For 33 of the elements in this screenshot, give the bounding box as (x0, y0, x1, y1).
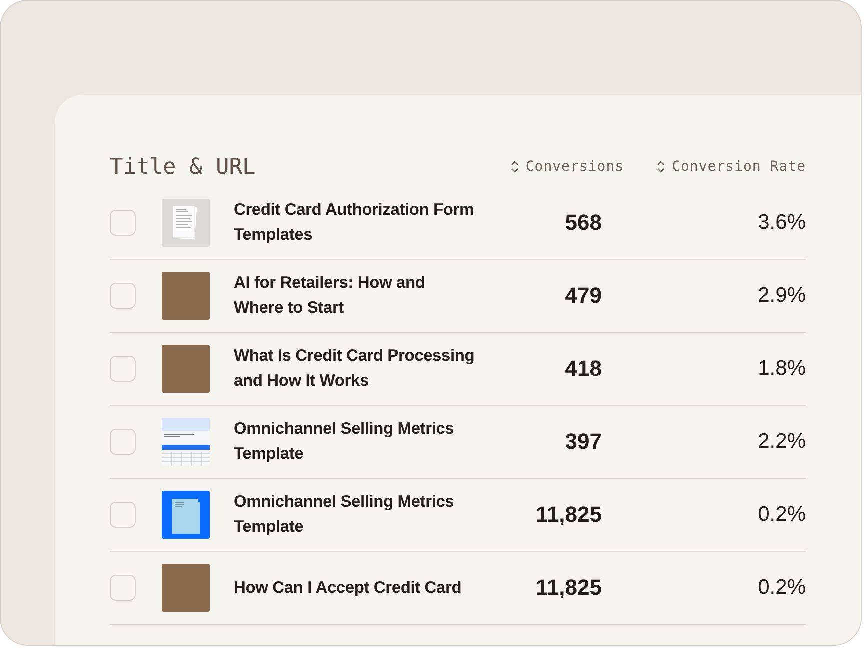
conversion-rate-value: 3.6% (757, 211, 806, 235)
article-title[interactable]: Omnichannel Selling Metrics Template (234, 490, 478, 540)
photo-placeholder (162, 272, 210, 320)
sort-header[interactable]: Conversions (510, 159, 624, 175)
row-checkbox[interactable] (110, 356, 136, 382)
article-title[interactable]: What Is Credit Card Processing and How It Works (234, 344, 478, 394)
conversions-value: 11,825 (534, 502, 602, 528)
conversions-value: 418 (564, 356, 602, 382)
conversion-rate-value: 1.8% (757, 357, 806, 381)
row-checkbox[interactable] (110, 502, 136, 528)
spreadsheet-thumbnail (162, 418, 210, 466)
column-header: Title & URL (110, 154, 257, 180)
article-title[interactable]: Credit Card Authorization Form Templates (234, 198, 478, 248)
article-title[interactable]: AI for Retailers: How and Where to Start (234, 271, 478, 321)
article-title[interactable]: Omnichannel Selling Metrics Template (234, 417, 478, 467)
row-checkbox[interactable] (110, 283, 136, 309)
conversions-value: 11,825 (534, 575, 602, 601)
conversions-value: 479 (564, 283, 602, 309)
document-thumbnail (162, 199, 210, 247)
conversion-rate-value: 2.2% (757, 430, 806, 454)
conversions-value: 568 (564, 210, 602, 236)
conversions-value: 397 (564, 429, 602, 455)
row-checkbox[interactable] (110, 210, 136, 236)
row-checkbox[interactable] (110, 575, 136, 601)
conversion-rate-value: 0.2% (757, 576, 806, 600)
photo-placeholder (162, 345, 210, 393)
folder-thumbnail (162, 491, 210, 539)
photo-placeholder (162, 564, 210, 612)
conversion-rate-value: 0.2% (757, 503, 806, 527)
sort-header[interactable]: Conversion Rate (656, 159, 806, 175)
article-title[interactable]: How Can I Accept Credit Card (234, 576, 478, 600)
row-checkbox[interactable] (110, 429, 136, 455)
conversion-rate-value: 2.9% (757, 284, 806, 308)
